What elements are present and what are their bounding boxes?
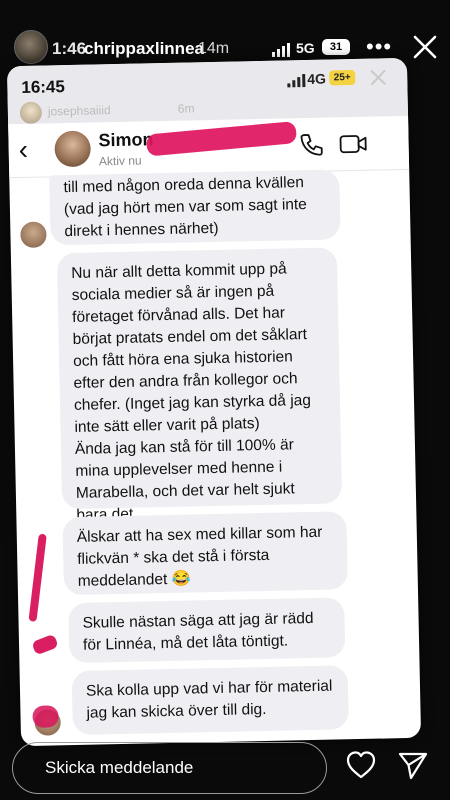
network-label: 5G: [296, 40, 315, 56]
inner-battery-icon: 25+: [329, 69, 356, 86]
more-icon[interactable]: •••: [366, 34, 392, 60]
contact-status: Aktiv nu: [98, 153, 142, 169]
story-author-avatar[interactable]: [14, 30, 48, 64]
sender-avatar: [20, 221, 47, 249]
back-arrow-icon: ‹: [18, 133, 29, 166]
inner-signal-icon: [287, 74, 306, 88]
story-author-username[interactable]: chrippaxlinnea: [84, 39, 204, 59]
story-posted-ago: 14m: [198, 40, 230, 57]
shared-screenshot: 16:45 4G 25+ josephsaiiid 6m ‹ Simon Akt…: [6, 57, 422, 747]
send-icon[interactable]: [396, 748, 430, 782]
battery-icon: 31: [322, 39, 350, 55]
redaction-scribble: [32, 705, 59, 728]
inner-network-label: 4G: [307, 70, 327, 87]
inner-poster-ago: 6m: [177, 101, 195, 116]
inner-status-time: 16:45: [21, 77, 66, 97]
contact-name: Simon: [98, 129, 154, 151]
inner-poster-name: josephsaiiid: [47, 103, 111, 119]
message-bubble: Nu när allt detta kommit upp på sociala …: [56, 247, 343, 524]
close-icon[interactable]: [410, 32, 440, 62]
contact-avatar: [54, 130, 92, 168]
reply-placeholder: Skicka meddelande: [45, 758, 194, 777]
chat-header: ‹ Simon Aktiv nu: [8, 115, 410, 179]
signal-icon: [272, 43, 290, 57]
heart-icon[interactable]: [344, 748, 378, 782]
story-status-time: 1:46: [52, 39, 87, 58]
video-icon: [339, 135, 367, 154]
message-bubble: Ska kolla upp vad vi har för material ja…: [71, 665, 349, 736]
redaction-scribble: [145, 121, 298, 157]
redaction-scribble: [28, 533, 47, 622]
phone-icon: [300, 134, 323, 156]
redaction-scribble: [31, 633, 59, 656]
message-bubble: till med någon oreda denna kvällen (vad …: [49, 169, 341, 246]
message-bubble: Skulle nästan säga att jag är rädd för L…: [68, 597, 346, 664]
reply-input[interactable]: Skicka meddelande: [12, 742, 327, 794]
inner-close-icon: [370, 69, 387, 86]
message-bubble: Älskar att ha sex med killar som har fli…: [62, 511, 348, 596]
